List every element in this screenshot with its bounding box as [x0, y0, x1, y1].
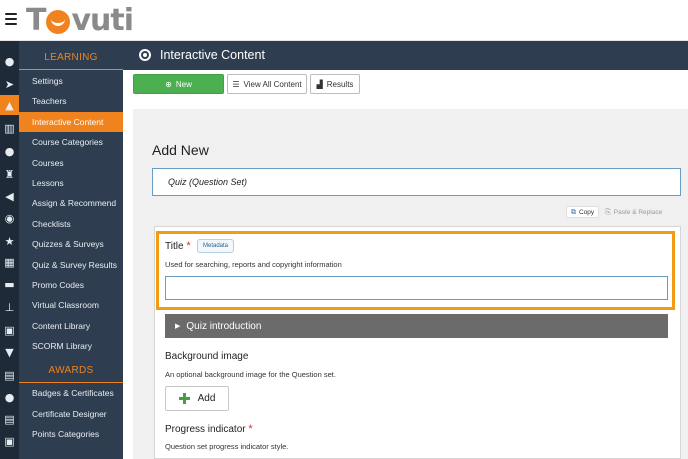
background-image-label: Background image — [165, 351, 249, 362]
sitemap-icon[interactable]: ⊥ — [0, 297, 19, 317]
rss-icon[interactable]: ◉ — [0, 208, 19, 228]
sidebar-item-settings[interactable]: Settings — [19, 71, 123, 91]
progress-indicator-help: Question set progress indicator style. — [165, 442, 289, 451]
hamburger-menu-icon[interactable] — [5, 13, 17, 25]
calendar-icon[interactable]: ▤ — [0, 365, 19, 385]
sidebar-item-interactive-content[interactable]: Interactive Content — [19, 111, 123, 132]
sidebar-item-course-categories[interactable]: Course Categories — [19, 132, 123, 152]
sidebar-item-lessons[interactable]: Lessons — [19, 173, 123, 193]
page-title: Interactive Content — [160, 48, 265, 62]
rocket-icon[interactable]: ➤ — [0, 74, 19, 94]
view-all-content-button[interactable]: ☰ View All Content — [227, 74, 307, 94]
progress-indicator-label-text: Progress indicator — [165, 424, 246, 435]
page-header: Interactive Content — [123, 41, 688, 70]
copy-button[interactable]: ⧉ Copy — [566, 206, 600, 218]
paste-replace-label: Paste & Replace — [613, 208, 663, 216]
new-button[interactable]: ⊕ New — [133, 74, 224, 94]
view-all-content-label: View All Content — [243, 79, 302, 89]
star-icon[interactable]: ★ — [0, 231, 19, 251]
quiz-introduction-toggle[interactable]: ▶ Quiz introduction — [165, 314, 668, 338]
plus-icon — [178, 393, 190, 404]
home-icon[interactable]: ● — [0, 51, 19, 71]
sidebar-item-assign-recommend[interactable]: Assign & Recommend — [19, 193, 123, 213]
sidebar-item-points-categories[interactable]: Points Categories — [19, 424, 123, 444]
title-label: Title * — [165, 240, 191, 252]
results-label: Results — [326, 79, 354, 89]
users-icon[interactable]: ● — [0, 141, 19, 161]
add-background-image-button[interactable]: Add — [165, 386, 229, 411]
background-image-help: An optional background image for the Que… — [165, 370, 336, 379]
bar-chart-icon: ▟ — [316, 79, 323, 89]
id-card-icon[interactable]: ▣ — [0, 320, 19, 340]
sidebar-item-quiz-survey-results[interactable]: Quiz & Survey Results — [19, 255, 123, 275]
sidebar-item-quizzes-surveys[interactable]: Quizzes & Surveys — [19, 234, 123, 254]
toolbar: ⊕ New ☰ View All Content ▟ Results — [123, 70, 688, 99]
sidebar-item-scorm-library[interactable]: SCORM Library — [19, 336, 123, 356]
add-button-label: Add — [197, 393, 216, 404]
sidebar-section-learning: LEARNING — [19, 44, 123, 70]
sidebar-item-content-library[interactable]: Content Library — [19, 316, 123, 336]
tovuti-logo[interactable]: Tvuti — [26, 2, 134, 38]
credit-card-icon[interactable]: ▬ — [0, 274, 19, 294]
title-label-text: Title — [165, 241, 184, 252]
copy-icon: ⧉ — [571, 207, 576, 216]
quiz-introduction-label: Quiz introduction — [186, 320, 262, 332]
table-icon[interactable]: ▦ — [0, 252, 19, 272]
document-icon[interactable]: ▤ — [0, 409, 19, 429]
title-required-mark: * — [186, 240, 191, 252]
sidebar-item-promo-codes[interactable]: Promo Codes — [19, 275, 123, 295]
add-new-heading: Add New — [152, 142, 209, 158]
progress-required-mark: * — [248, 423, 253, 435]
new-button-label: New — [175, 79, 192, 89]
trophy-icon[interactable]: ♜ — [0, 164, 19, 184]
content-type-selector[interactable]: Quiz (Question Set) — [152, 168, 681, 196]
cart-icon[interactable]: ▼ — [0, 342, 19, 362]
title-input[interactable] — [165, 276, 668, 300]
chat-icon[interactable]: ● — [0, 387, 19, 407]
sidebar: LEARNING Settings Teachers Interactive Con… — [19, 41, 123, 459]
list-icon: ☰ — [232, 79, 240, 89]
sidebar-item-badges-certificates[interactable]: Badges & Certificates — [19, 383, 123, 403]
interactive-content-icon — [139, 49, 151, 61]
icon-rail: ● ➤ ▲ ▥ ● ♜ ◀ ◉ ★ ▦ ▬ ⊥ ▣ ▼ ▤ ● ▤ ▣ — [0, 41, 19, 459]
copy-label: Copy — [579, 208, 595, 216]
paste-replace-button[interactable]: ⎘ Paste & Replace — [605, 208, 662, 217]
caret-right-icon: ▶ — [175, 322, 181, 330]
metadata-button[interactable]: Metadata — [197, 239, 235, 253]
bar-chart-icon[interactable]: ▥ — [0, 118, 19, 138]
sidebar-item-courses[interactable]: Courses — [19, 153, 123, 173]
sidebar-item-teachers[interactable]: Teachers — [19, 91, 123, 111]
megaphone-icon[interactable]: ◀ — [0, 186, 19, 206]
content-type-label: Quiz (Question Set) — [168, 177, 248, 187]
top-bar: Tvuti — [0, 0, 688, 41]
sidebar-item-checklists[interactable]: Checklists — [19, 214, 123, 234]
sidebar-item-virtual-classroom[interactable]: Virtual Classroom — [19, 295, 123, 315]
results-button[interactable]: ▟ Results — [310, 74, 360, 94]
paste-icon: ⎘ — [605, 207, 611, 216]
plus-circle-icon: ⊕ — [165, 79, 172, 89]
graduation-cap-icon[interactable]: ▲ — [0, 95, 19, 115]
sidebar-item-certificate-designer[interactable]: Certificate Designer — [19, 404, 123, 424]
title-help-text: Used for searching, reports and copyrigh… — [165, 260, 342, 269]
contacts-icon[interactable]: ▣ — [0, 431, 19, 451]
progress-indicator-label: Progress indicator * — [165, 423, 253, 435]
sidebar-section-awards: AWARDS — [19, 357, 123, 383]
copy-paste-row: ⧉ Copy ⎘ Paste & Replace — [566, 206, 662, 218]
